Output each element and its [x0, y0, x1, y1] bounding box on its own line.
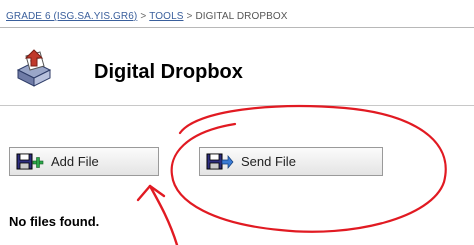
add-file-icon [16, 153, 44, 169]
breadcrumb-separator: > [140, 11, 147, 22]
annotation-arrow-shaft [148, 184, 179, 245]
dropbox-icon [16, 49, 52, 87]
breadcrumb-separator: > [186, 11, 193, 22]
red-annotation-overlay [136, 104, 447, 245]
breadcrumb: GRADE 6 (ISG.SA.YIS.GR6) > TOOLS > DIGITAL D… [6, 11, 288, 22]
breadcrumb-tools-link[interactable]: TOOLS [149, 11, 183, 22]
breadcrumb-current: DIGITAL DROPBOX [195, 11, 288, 22]
annotation-arrowhead [136, 184, 166, 202]
header-divider [0, 27, 474, 28]
send-file-button[interactable]: Send File [199, 147, 383, 176]
section-divider [0, 105, 474, 106]
empty-state-message: No files found. [9, 214, 100, 229]
send-file-label: Send File [241, 154, 296, 169]
add-file-button[interactable]: Add File [9, 147, 159, 176]
breadcrumb-course-link[interactable]: GRADE 6 (ISG.SA.YIS.GR6) [6, 11, 137, 22]
add-file-label: Add File [51, 154, 99, 169]
page-title: Digital Dropbox [94, 61, 243, 83]
send-file-icon [206, 153, 234, 169]
